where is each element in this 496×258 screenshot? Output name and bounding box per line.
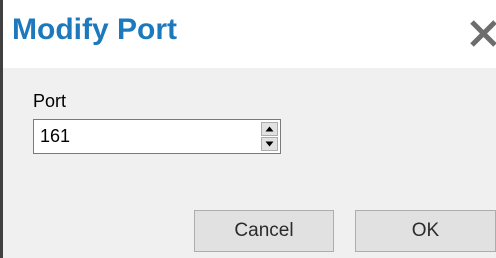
cancel-button[interactable]: Cancel — [194, 210, 334, 252]
modify-port-dialog: Modify Port Port 161 Cancel OK — [0, 0, 496, 258]
title-bar: Modify Port — [3, 0, 496, 68]
spin-buttons — [261, 122, 278, 151]
dialog-title: Modify Port — [12, 13, 177, 46]
port-input[interactable]: 161 — [40, 125, 70, 147]
spin-up-button[interactable] — [261, 122, 278, 136]
port-spinbox[interactable]: 161 — [33, 119, 281, 154]
triangle-down-icon — [265, 141, 274, 147]
close-button[interactable] — [468, 16, 496, 50]
triangle-up-icon — [265, 126, 274, 132]
dialog-content: Port 161 Cancel OK — [3, 68, 496, 258]
ok-button[interactable]: OK — [355, 210, 496, 252]
spin-down-button[interactable] — [261, 137, 278, 151]
port-label: Port — [33, 91, 67, 111]
close-icon — [470, 20, 496, 47]
